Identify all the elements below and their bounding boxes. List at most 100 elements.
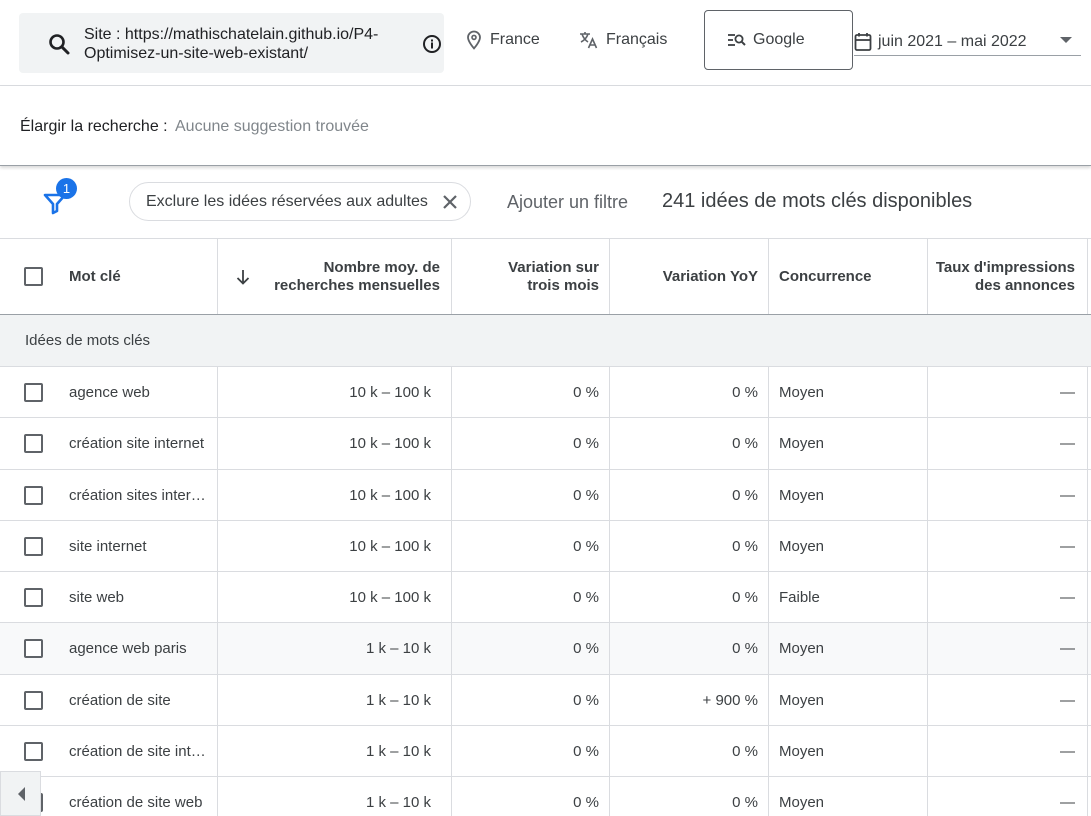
column-header-keyword[interactable]: Mot clé <box>69 239 209 314</box>
column-header-volume[interactable]: Nombre moy. de recherches mensuelles <box>258 239 440 314</box>
column-header-impression-rate-line2: des annonces <box>974 276 1075 294</box>
close-icon[interactable] <box>440 192 460 212</box>
column-divider <box>609 367 610 418</box>
impression-rate-cell: — <box>1060 691 1075 709</box>
volume-cell: 10 k – 100 k <box>349 537 431 555</box>
yoy-change-cell: 0 % <box>732 640 758 658</box>
column-header-competition-label: Concurrence <box>779 267 872 285</box>
column-divider <box>768 239 769 314</box>
table-row[interactable]: site web 10 k – 100 k 0 % 0 % Faible — <box>0 572 1091 624</box>
info-icon[interactable] <box>422 34 442 54</box>
column-divider <box>217 623 218 675</box>
date-range-picker[interactable]: juin 2021 – mai 2022 <box>854 28 1081 56</box>
column-divider <box>217 520 218 572</box>
column-divider <box>1087 418 1088 470</box>
volume-cell: 1 k – 10 k <box>365 794 431 812</box>
column-divider <box>451 674 452 726</box>
column-divider <box>451 726 452 778</box>
column-divider <box>217 777 218 816</box>
table-row[interactable]: agence web paris 1 k – 10 k 0 % 0 % Moyen — <box>0 623 1091 675</box>
keyword-cell: création sites inter… <box>69 486 206 504</box>
column-divider <box>768 469 769 521</box>
column-divider <box>1087 520 1088 572</box>
select-all-checkbox[interactable] <box>24 267 43 286</box>
column-header-three-month-line1: Variation sur <box>508 258 599 276</box>
row-checkbox[interactable] <box>24 434 43 454</box>
column-divider <box>927 726 928 778</box>
keyword-cell: agence web paris <box>69 640 187 658</box>
competition-cell: Moyen <box>779 384 825 401</box>
filter-row: 1 Exclure les idées réservées aux adulte… <box>0 166 1091 239</box>
filter-count-badge: 1 <box>56 178 77 199</box>
row-checkbox[interactable] <box>24 485 43 505</box>
row-checkbox[interactable] <box>24 536 43 556</box>
location-label: France <box>490 31 540 48</box>
impression-rate-cell: — <box>1060 384 1075 401</box>
top-bar: Site : https://mathischatelain.github.io… <box>0 0 1091 86</box>
location-pin-icon <box>467 30 481 50</box>
adult-filter-chip[interactable]: Exclure les idées réservées aux adultes <box>129 182 471 221</box>
competition-cell: Moyen <box>779 794 825 812</box>
chevron-left-icon <box>17 786 25 801</box>
row-checkbox[interactable] <box>24 639 43 659</box>
column-divider <box>451 777 452 816</box>
broaden-search-bar: Élargir la recherche : Aucune suggestion… <box>0 86 1091 166</box>
volume-cell: 10 k – 100 k <box>349 589 431 607</box>
language-label: Français <box>606 31 668 48</box>
column-divider <box>451 469 452 521</box>
group-label: Idées de mots clés <box>25 332 151 349</box>
column-divider <box>609 469 610 521</box>
location-selector[interactable]: France <box>466 0 540 80</box>
volume-cell: 1 k – 10 k <box>365 640 431 658</box>
column-divider <box>927 239 928 314</box>
yoy-change-cell: 0 % <box>732 743 758 761</box>
impression-rate-cell: — <box>1060 589 1075 607</box>
impression-rate-cell: — <box>1060 743 1075 761</box>
impression-rate-cell: — <box>1060 486 1075 504</box>
column-divider <box>927 469 928 521</box>
column-header-competition[interactable]: Concurrence <box>779 239 919 314</box>
column-divider <box>1087 777 1088 816</box>
table-row[interactable]: création sites inter… 10 k – 100 k 0 % 0 % M… <box>0 469 1091 521</box>
table-header: Mot clé Nombre moy. de recherches mensue… <box>0 239 1091 315</box>
column-header-yoy[interactable]: Variation YoY <box>611 239 758 314</box>
keyword-cell: création de site web <box>69 794 203 812</box>
three-month-change-cell: 0 % <box>573 384 599 401</box>
competition-cell: Moyen <box>779 435 825 453</box>
table-row[interactable]: création site internet 10 k – 100 k 0 % 0 %… <box>0 418 1091 470</box>
broaden-search-value: Aucune suggestion trouvée <box>175 118 369 135</box>
row-checkbox[interactable] <box>24 383 43 402</box>
column-header-three-month[interactable]: Variation sur trois mois <box>452 239 599 314</box>
volume-cell: 10 k – 100 k <box>349 486 431 504</box>
row-checkbox[interactable] <box>24 742 43 762</box>
impression-rate-cell: — <box>1060 640 1075 658</box>
column-divider <box>1087 367 1088 418</box>
column-divider <box>217 367 218 418</box>
group-header-row: Idées de mots clés <box>0 315 1091 367</box>
three-month-change-cell: 0 % <box>573 691 599 709</box>
network-selector[interactable]: Google <box>704 10 853 70</box>
table-row[interactable]: agence web 10 k – 100 k 0 % 0 % Moyen — <box>0 367 1091 419</box>
search-box[interactable]: Site : https://mathischatelain.github.io… <box>19 13 444 73</box>
keyword-cell: site internet <box>69 537 147 555</box>
row-checkbox[interactable] <box>24 690 43 710</box>
column-header-impression-rate[interactable]: Taux d'impressions des annonces <box>929 239 1075 314</box>
add-filter-button[interactable]: Ajouter un filtre <box>507 192 628 213</box>
table-row[interactable]: création de site int… 1 k – 10 k 0 % 0 % Moy… <box>0 726 1091 778</box>
three-month-change-cell: 0 % <box>573 589 599 607</box>
column-divider <box>451 367 452 418</box>
scroll-left-button[interactable] <box>0 771 41 816</box>
column-divider <box>1087 674 1088 726</box>
arrow-down-icon[interactable] <box>236 269 250 285</box>
competition-cell: Faible <box>779 589 820 607</box>
row-checkbox[interactable] <box>24 588 43 608</box>
table-row[interactable]: site internet 10 k – 100 k 0 % 0 % Moyen — <box>0 520 1091 573</box>
column-divider <box>768 726 769 778</box>
three-month-change-cell: 0 % <box>573 537 599 555</box>
language-selector[interactable]: Français <box>578 0 667 80</box>
table-row[interactable]: création de site 1 k – 10 k 0 % + 900 % Moye… <box>0 674 1091 727</box>
search-query[interactable]: Site : https://mathischatelain.github.io… <box>84 25 424 63</box>
column-divider <box>768 674 769 726</box>
table-row[interactable]: création de site web 1 k – 10 k 0 % 0 % Moye… <box>0 777 1091 816</box>
search-query-line1: Site : https://mathischatelain.github.io… <box>84 26 379 43</box>
